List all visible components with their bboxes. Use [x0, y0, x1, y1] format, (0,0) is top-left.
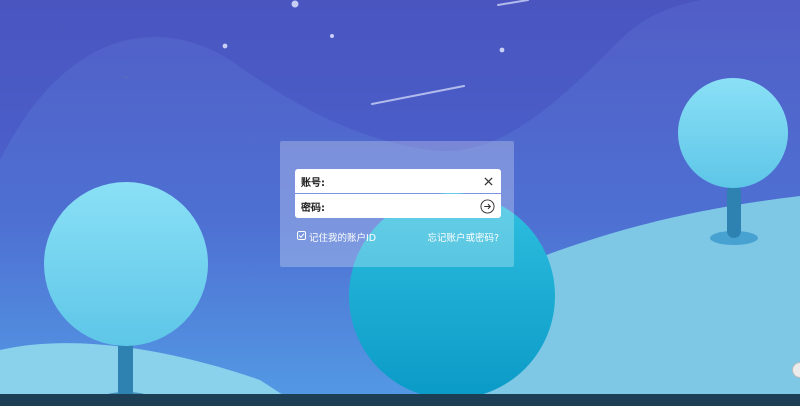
- star: [291, 0, 299, 8]
- password-field[interactable]: 密码:: [295, 194, 501, 218]
- tree-canopy-left: [44, 182, 208, 346]
- password-label: 密码:: [301, 202, 325, 214]
- account-field[interactable]: 账号:: [295, 169, 501, 193]
- bottom-bar: [0, 394, 800, 406]
- remember-me-label[interactable]: 记住我的账户ID: [309, 230, 376, 244]
- tree-canopy-right: [678, 78, 788, 188]
- account-label: 账号:: [301, 177, 325, 189]
- arrow-right-circle-icon[interactable]: [479, 198, 495, 214]
- close-icon[interactable]: [481, 174, 495, 188]
- star: [222, 43, 228, 49]
- checkbox-checked-icon[interactable]: [297, 231, 306, 243]
- remember-me-checkbox[interactable]: 记住我的账户ID: [297, 230, 376, 244]
- login-panel: 账号: 密码: 记住我的账户ID 忘记账户或密码?: [280, 141, 514, 267]
- forgot-account-link[interactable]: 忘记账户或密码?: [427, 230, 499, 244]
- tree-trunk: [727, 185, 741, 238]
- account-input[interactable]: [325, 171, 481, 191]
- star: [330, 34, 334, 38]
- password-input[interactable]: [325, 196, 479, 216]
- star: [499, 47, 505, 53]
